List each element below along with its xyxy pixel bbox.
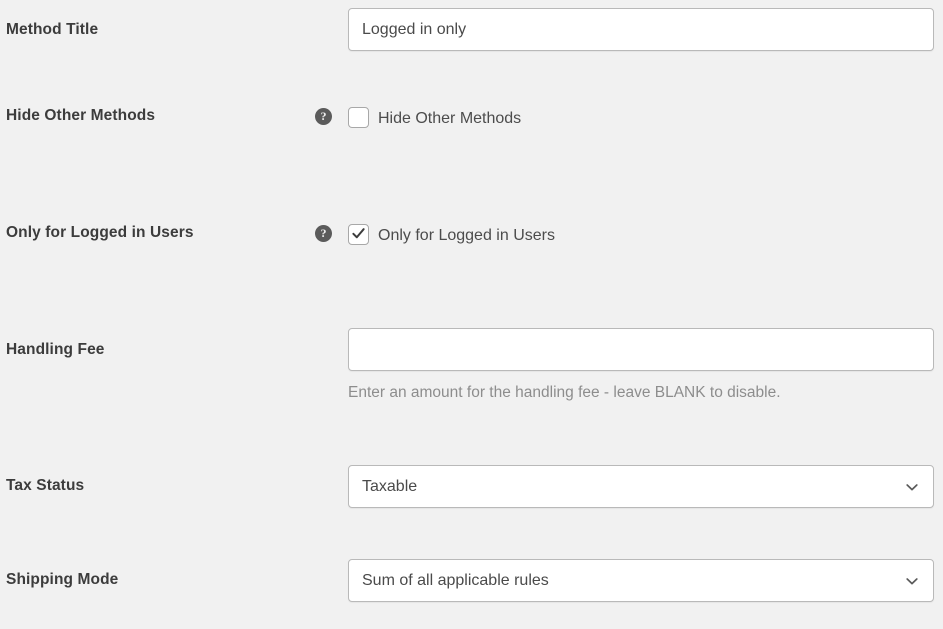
label-shipping-mode: Shipping Mode <box>6 571 119 588</box>
only-for-logged-in-users-checkbox[interactable] <box>348 224 369 245</box>
checkmark-icon <box>352 228 365 239</box>
form-row-hide-other-methods: Hide Other Methods ? Hide Other Methods <box>0 104 943 133</box>
tax-status-selected-value[interactable]: Taxable <box>348 465 934 508</box>
form-row-only-for-logged-in-users: Only for Logged in Users ? Only for Logg… <box>0 221 943 250</box>
label-hide-other-methods: Hide Other Methods <box>6 107 156 124</box>
only-for-logged-in-users-checkbox-label: Only for Logged in Users <box>378 227 555 244</box>
handling-fee-description: Enter an amount for the handling fee - l… <box>348 384 781 401</box>
question-mark-icon[interactable]: ? <box>315 108 332 125</box>
hide-other-methods-checkbox-label: Hide Other Methods <box>378 110 522 127</box>
field-hide-other-methods: ? Hide Other Methods <box>315 104 934 133</box>
shipping-mode-select[interactable]: Sum of all applicable rules <box>348 559 934 602</box>
shipping-method-settings-form: Method Title Hide Other Methods ? Hide O… <box>0 0 943 629</box>
field-shipping-mode: Sum of all applicable rules <box>348 559 934 602</box>
tax-status-select[interactable]: Taxable <box>348 465 934 508</box>
field-method-title <box>348 8 934 51</box>
handling-fee-input[interactable] <box>348 328 934 371</box>
shipping-mode-selected-value[interactable]: Sum of all applicable rules <box>348 559 934 602</box>
label-method-title: Method Title <box>6 21 99 38</box>
label-only-for-logged-in-users: Only for Logged in Users <box>6 224 194 241</box>
label-handling-fee: Handling Fee <box>6 341 105 358</box>
question-mark-icon[interactable]: ? <box>315 225 332 242</box>
field-only-for-logged-in-users: ? Only for Logged in Users <box>315 221 934 250</box>
method-title-input[interactable] <box>348 8 934 51</box>
hide-other-methods-checkbox-row[interactable]: Hide Other Methods <box>348 104 578 133</box>
field-tax-status: Taxable <box>348 465 934 508</box>
only-for-logged-in-users-checkbox-row[interactable]: Only for Logged in Users <box>348 221 578 250</box>
hide-other-methods-checkbox[interactable] <box>348 107 369 128</box>
label-tax-status: Tax Status <box>6 477 85 494</box>
field-handling-fee: Enter an amount for the handling fee - l… <box>348 328 934 403</box>
